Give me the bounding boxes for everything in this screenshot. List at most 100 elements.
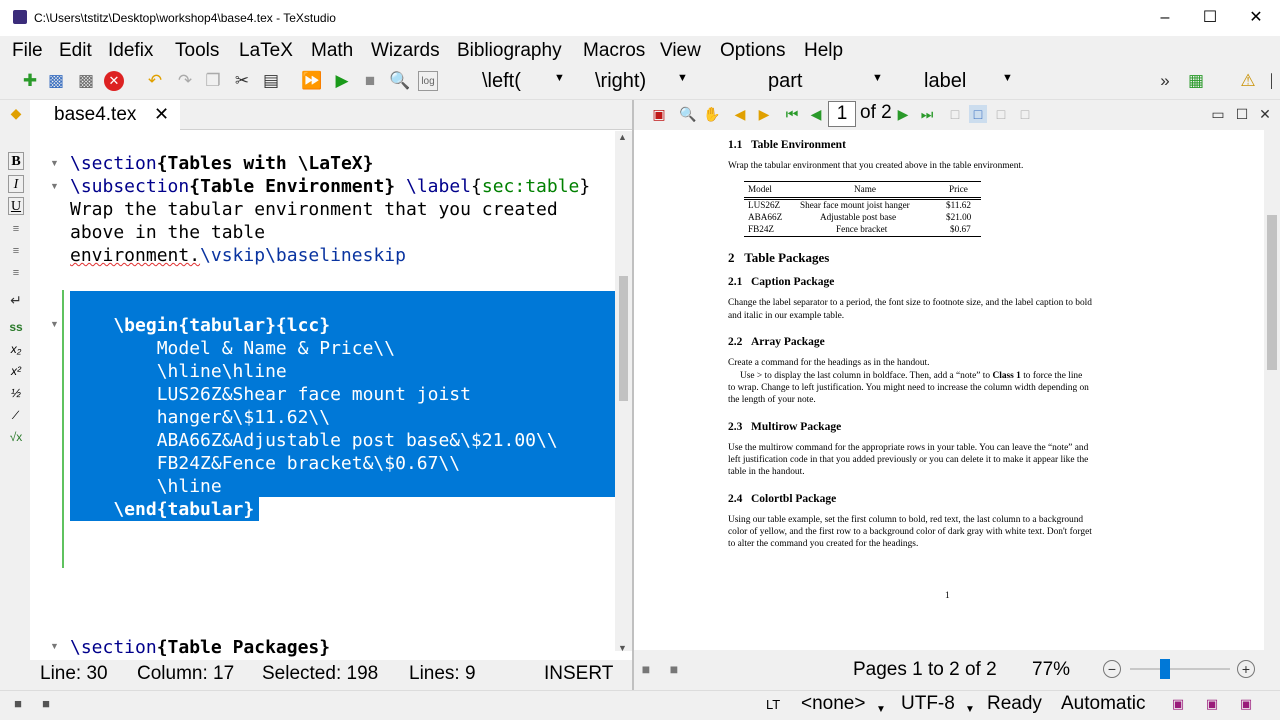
build-and-view-icon[interactable]: ⏩	[301, 71, 322, 91]
right-delimiter-combo[interactable]: \right) ▼	[595, 70, 688, 94]
save-icon[interactable]: ▩	[76, 71, 96, 91]
close-file-icon[interactable]: ✕	[104, 71, 124, 91]
menu-edit[interactable]: Edit	[59, 40, 92, 62]
dfrac-icon[interactable]: ∕	[8, 406, 24, 424]
texstudio-status-icon[interactable]: ▣	[1204, 696, 1220, 712]
compile-icon[interactable]: ▶	[332, 71, 352, 91]
last-page-icon[interactable]: ⏭	[918, 105, 936, 123]
italic-icon[interactable]: I	[8, 175, 24, 193]
dictionary-selector[interactable]: <none>	[801, 693, 865, 715]
zoom-out-icon[interactable]: −	[1103, 660, 1121, 678]
more-tools-icon[interactable]: »	[1155, 71, 1175, 91]
back-icon[interactable]: ◀	[731, 105, 749, 123]
pdf-sync-icon[interactable]: ▣	[650, 105, 668, 123]
zoom-in-icon[interactable]: +	[1237, 660, 1255, 678]
menu-latex[interactable]: LaTeX	[239, 40, 293, 62]
next-page-icon[interactable]: ▶	[894, 105, 912, 123]
language-tool-indicator[interactable]: LT	[766, 697, 780, 712]
symbols-icon[interactable]: ss	[8, 318, 24, 336]
pdf-scrollbar[interactable]	[1264, 130, 1280, 650]
texstudio-status-icon[interactable]: ▣	[1170, 696, 1186, 712]
undo-icon[interactable]: ↶	[145, 71, 165, 91]
menu-help[interactable]: Help	[804, 40, 843, 62]
encoding-selector[interactable]: UTF-8	[901, 693, 955, 715]
align-right-icon[interactable]: ≡	[8, 264, 24, 282]
menu-view[interactable]: View	[660, 40, 701, 62]
part-combo[interactable]: part ▼	[768, 70, 883, 94]
selected-code-line: FB24Z&Fence bracket&\$0.67\\	[70, 453, 461, 474]
align-center-icon[interactable]: ≡	[8, 242, 24, 260]
close-tab-icon[interactable]: ✕	[154, 104, 169, 125]
redo-icon[interactable]: ↷	[175, 71, 195, 91]
fold-toggle-icon[interactable]: ▼	[50, 158, 59, 168]
pdf-close-icon[interactable]: ✕	[1256, 105, 1274, 123]
presentation-icon[interactable]: □	[1016, 105, 1034, 123]
superscript-icon[interactable]: x²	[8, 362, 24, 380]
tab-base4[interactable]: base4.tex ✕	[30, 100, 180, 131]
zoom-slider-handle[interactable]	[1160, 659, 1170, 679]
minimize-icon[interactable]: –	[1150, 6, 1180, 30]
previous-page-icon[interactable]: ◀	[807, 105, 825, 123]
single-page-icon[interactable]: □	[946, 105, 964, 123]
menu-tools[interactable]: Tools	[175, 40, 219, 62]
table-tool-icon[interactable]: ▦	[1186, 71, 1206, 91]
stop-icon[interactable]: ■	[360, 71, 380, 91]
cut-icon[interactable]: ✂	[232, 71, 252, 91]
zoom-slider[interactable]	[1130, 668, 1230, 670]
scroll-down-icon[interactable]: ▼	[618, 643, 627, 653]
pdf-maximize-icon[interactable]: ☐	[1233, 105, 1251, 123]
paste-icon[interactable]: ▤	[261, 71, 281, 91]
underline-icon[interactable]: U	[8, 197, 24, 215]
view-pdf-icon[interactable]: 🔍	[389, 71, 410, 91]
encoding-dropdown-icon[interactable]: ▼	[965, 704, 975, 715]
lock-icon[interactable]: ■	[637, 660, 655, 678]
first-page-icon[interactable]: ⏮	[783, 105, 801, 123]
sqrt-icon[interactable]: √x	[8, 428, 24, 446]
structure-panel-icon[interactable]: ■	[10, 696, 26, 712]
warning-icon[interactable]: ⚠	[1238, 71, 1258, 91]
bold-icon[interactable]: B	[8, 152, 24, 170]
page-number-input[interactable]: 1	[828, 101, 856, 127]
pdf-search-icon[interactable]: 🔍	[679, 105, 697, 123]
messages-panel-icon[interactable]: ■	[38, 696, 54, 712]
subscript-icon[interactable]: x₂	[8, 340, 24, 358]
editor-scrollbar-thumb[interactable]	[619, 276, 628, 401]
two-page-icon[interactable]: □	[992, 105, 1010, 123]
menu-macros[interactable]: Macros	[583, 40, 645, 62]
fold-toggle-icon[interactable]: ▼	[50, 181, 59, 191]
pdf-restore-icon[interactable]: ▭	[1209, 105, 1227, 123]
maximize-icon[interactable]: ☐	[1195, 6, 1225, 30]
new-file-icon[interactable]: ✚	[20, 71, 40, 91]
left-delimiter-combo[interactable]: \left(▼	[482, 70, 565, 94]
scroll-up-icon[interactable]: ▲	[618, 132, 627, 142]
bookmark-icon[interactable]: ◆	[8, 104, 24, 122]
fold-margin	[30, 131, 63, 660]
fraction-icon[interactable]: ½	[8, 384, 24, 402]
menu-math[interactable]: Math	[311, 40, 353, 62]
texstudio-status-icon[interactable]: ▣	[1238, 696, 1254, 712]
menu-options[interactable]: Options	[720, 40, 785, 62]
fold-toggle-icon[interactable]: ▼	[50, 641, 59, 651]
align-left-icon[interactable]: ≡	[8, 220, 24, 238]
label-combo[interactable]: label ▼	[924, 70, 1014, 94]
automatic-status[interactable]: Automatic	[1061, 693, 1145, 715]
menu-file[interactable]: File	[12, 40, 43, 62]
menu-bibliography[interactable]: Bibliography	[457, 40, 562, 62]
code-editor[interactable]: \section{Tables with \LaTeX} \subsection…	[70, 152, 590, 658]
fold-toggle-icon[interactable]: ▼	[50, 319, 59, 329]
save-all-icon[interactable]: ▩	[46, 71, 66, 91]
pdf-scrollbar-thumb[interactable]	[1267, 215, 1277, 370]
menu-wizards[interactable]: Wizards	[371, 40, 440, 62]
forward-icon[interactable]: ▶	[755, 105, 773, 123]
continuous-icon[interactable]: □	[969, 105, 987, 123]
newline-icon[interactable]: ↵	[8, 291, 24, 309]
copy-icon[interactable]: ❐	[203, 71, 223, 91]
editor-scrollbar[interactable]	[615, 131, 632, 651]
pan-hand-icon[interactable]: ✋	[703, 105, 721, 123]
view-log-icon[interactable]: log	[418, 71, 438, 91]
scroll-toolbar-icon[interactable]: │	[1262, 71, 1280, 91]
sync-icon[interactable]: ■	[665, 660, 683, 678]
menu-idefix[interactable]: Idefix	[108, 40, 153, 62]
close-window-icon[interactable]: ✕	[1241, 6, 1271, 30]
dictionary-dropdown-icon[interactable]: ▼	[876, 704, 886, 715]
